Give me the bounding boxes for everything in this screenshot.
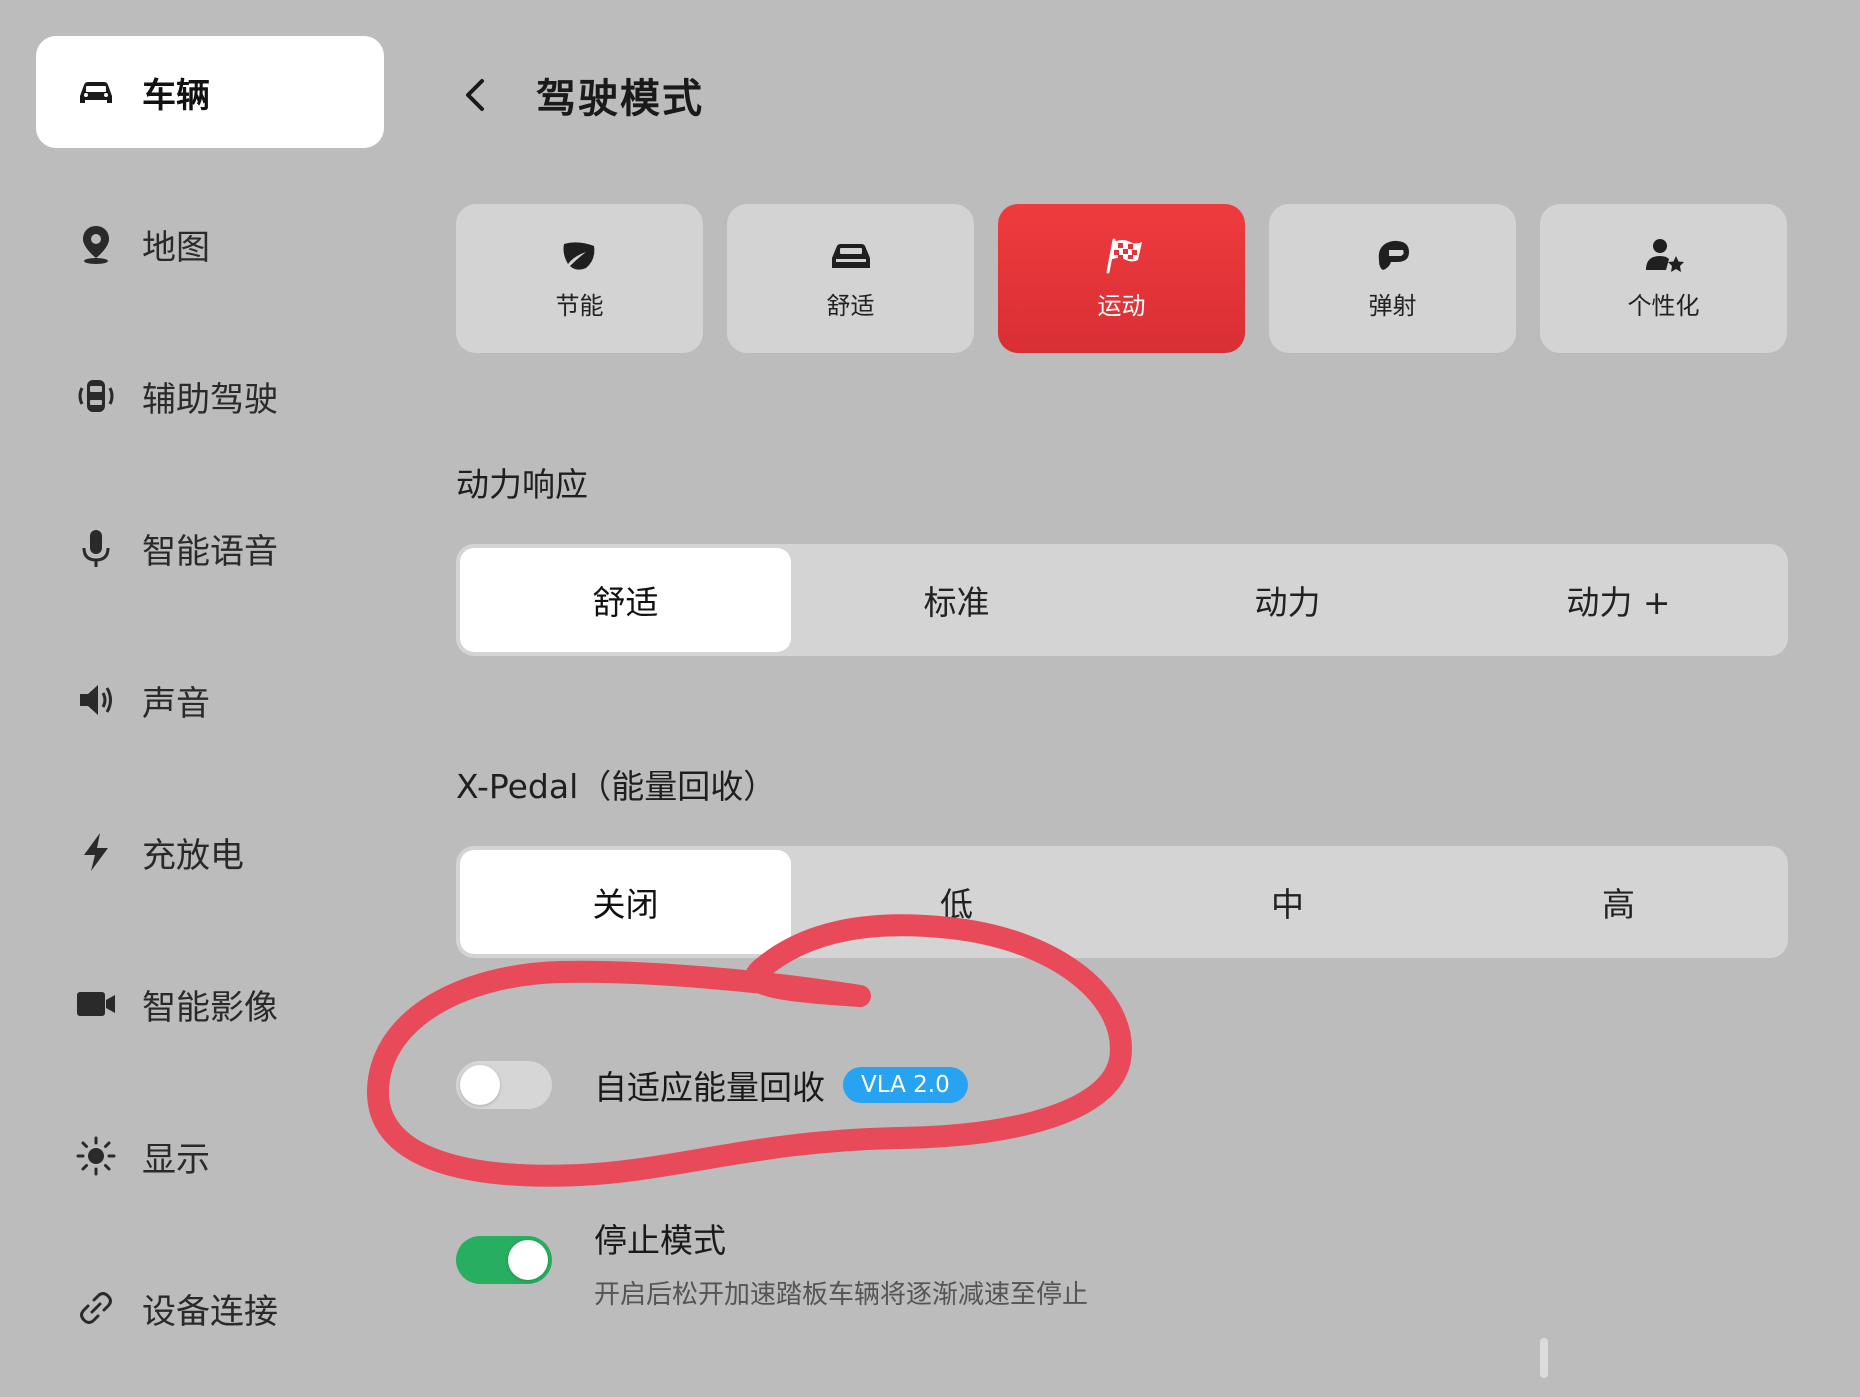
mode-label: 运动 (1097, 292, 1146, 320)
power-option-power-plus[interactable]: 动力 + (1453, 548, 1784, 652)
sun-icon (74, 1134, 118, 1178)
power-option-comfort[interactable]: 舒适 (460, 548, 791, 652)
stop-mode-label: 停止模式 (594, 1221, 726, 1260)
adaptive-recovery-label: 自适应能量回收 (594, 1068, 825, 1107)
stop-mode-row: 停止模式 开启后松开加速踏板车辆将逐渐减速至停止 (456, 1214, 1088, 1311)
adaptive-recovery-row: 自适应能量回收 VLA 2.0 (456, 1061, 968, 1109)
settings-page: 车辆 地图 辅助驾驶 智能语音 声音 充放电 智能影像 显示 设备连接 驾驶模式… (0, 0, 1860, 1397)
power-response-title: 动力响应 (456, 465, 588, 504)
power-response-selector: 舒适 标准 动力 动力 + (456, 544, 1788, 656)
sidebar-item-label: 智能影像 (142, 987, 278, 1028)
sidebar-item-device-connect[interactable]: 设备连接 (36, 1252, 384, 1364)
user-star-icon (1645, 239, 1684, 272)
helmet-icon (1378, 240, 1409, 270)
mode-comfort-button[interactable]: 舒适 (727, 204, 974, 353)
stop-mode-description: 开启后松开加速踏板车辆将逐渐减速至停止 (594, 1280, 1089, 1310)
power-option-power[interactable]: 动力 (1122, 548, 1453, 652)
leaf-icon (563, 242, 594, 270)
drive-mode-selector: 节能 舒适 运动 弹射 个性化 (456, 204, 1787, 353)
map-pin-icon (74, 222, 118, 266)
toggle-knob (508, 1240, 548, 1280)
microphone-icon (74, 526, 118, 570)
mode-label: 舒适 (826, 292, 875, 320)
page-header: 驾驶模式 (456, 60, 704, 130)
sidebar-item-voice[interactable]: 智能语音 (36, 492, 384, 604)
mode-label: 节能 (555, 292, 604, 320)
speaker-icon (74, 678, 118, 722)
sidebar-item-map[interactable]: 地图 (36, 188, 384, 300)
power-option-standard[interactable]: 标准 (791, 548, 1122, 652)
sidebar-item-vehicle[interactable]: 车辆 (36, 36, 384, 148)
toggle-knob (460, 1065, 500, 1105)
sidebar-item-label: 显示 (142, 1139, 210, 1180)
sidebar-item-assisted-driving[interactable]: 辅助驾驶 (36, 340, 384, 452)
sidebar-item-label: 地图 (142, 227, 210, 268)
page-title: 驾驶模式 (536, 76, 704, 122)
sidebar-item-label: 辅助驾驶 (142, 379, 278, 420)
checkered-flag-icon (1106, 238, 1142, 274)
xpedal-option-low[interactable]: 低 (791, 850, 1122, 954)
sidebar-item-label: 车辆 (142, 75, 210, 116)
home-indicator (1540, 1338, 1548, 1378)
mode-sport-button[interactable]: 运动 (998, 204, 1245, 353)
mode-eco-button[interactable]: 节能 (456, 204, 703, 353)
mode-label: 个性化 (1627, 292, 1700, 320)
xpedal-option-high[interactable]: 高 (1453, 850, 1784, 954)
xpedal-selector: 关闭 低 中 高 (456, 846, 1788, 958)
sidebar-item-charging[interactable]: 充放电 (36, 796, 384, 908)
chevron-left-icon[interactable] (456, 75, 496, 115)
camera-icon (74, 982, 118, 1026)
xpedal-title: X-Pedal（能量回收） (456, 767, 777, 806)
sidebar-item-label: 声音 (142, 683, 210, 724)
sidebar-item-label: 智能语音 (142, 531, 278, 572)
sidebar-item-camera[interactable]: 智能影像 (36, 948, 384, 1060)
stop-mode-text: 停止模式 开启后松开加速踏板车辆将逐渐减速至停止 (594, 1214, 1088, 1311)
adaptive-recovery-toggle[interactable] (456, 1061, 552, 1109)
xpedal-option-off[interactable]: 关闭 (460, 850, 791, 954)
xpedal-option-medium[interactable]: 中 (1122, 850, 1453, 954)
vla-badge: VLA 2.0 (843, 1067, 968, 1103)
assisted-driving-icon (74, 374, 118, 418)
stop-mode-toggle[interactable] (456, 1236, 552, 1284)
mode-label: 弹射 (1368, 292, 1417, 320)
mode-custom-button[interactable]: 个性化 (1540, 204, 1787, 353)
link-icon (74, 1286, 118, 1330)
sidebar-item-label: 充放电 (142, 835, 244, 876)
car-front-icon (831, 244, 870, 268)
lightning-icon (74, 830, 118, 874)
sidebar-item-label: 设备连接 (142, 1291, 278, 1332)
sidebar-item-sound[interactable]: 声音 (36, 644, 384, 756)
sidebar-item-display[interactable]: 显示 (36, 1100, 384, 1212)
car-icon (74, 70, 118, 114)
mode-launch-button[interactable]: 弹射 (1269, 204, 1516, 353)
